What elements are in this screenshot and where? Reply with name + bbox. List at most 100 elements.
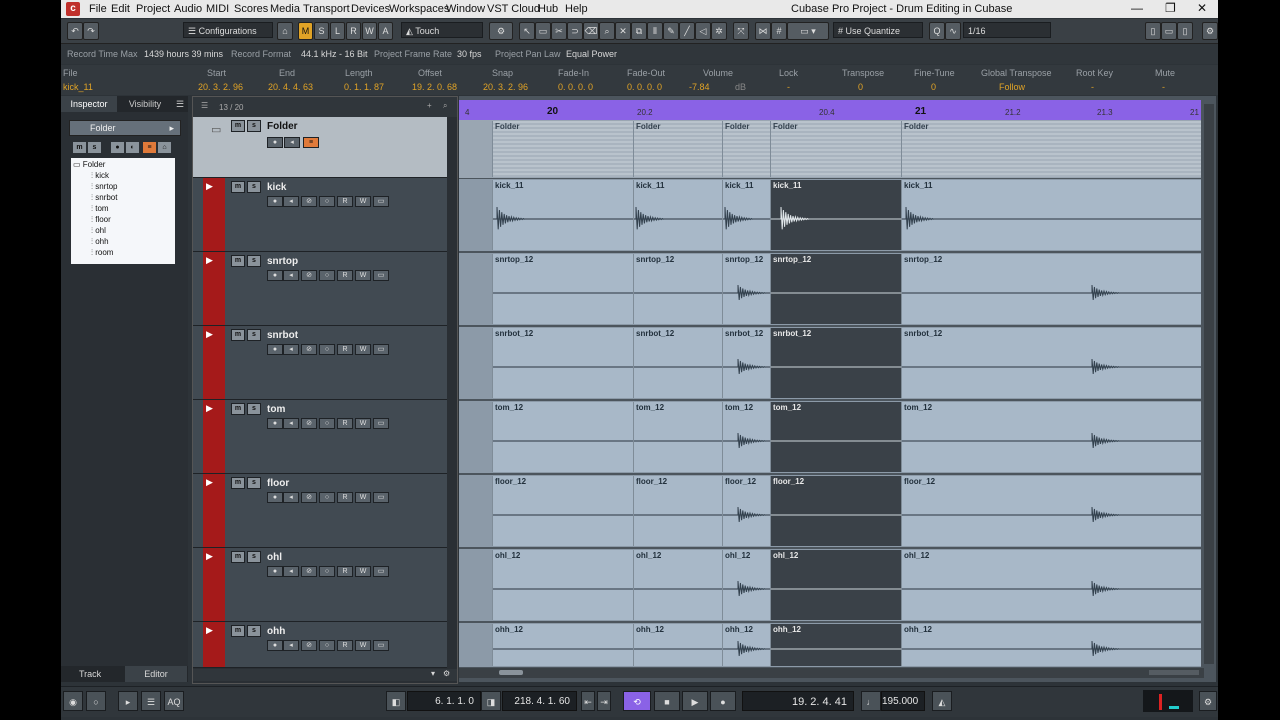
- record-enable-icon[interactable]: ●: [267, 196, 283, 207]
- audio-event[interactable]: floor_12: [901, 476, 1201, 546]
- read-automation-icon[interactable]: ⊘: [301, 640, 317, 651]
- mode-m-button[interactable]: M: [298, 22, 313, 40]
- play-button[interactable]: ▶: [682, 691, 708, 711]
- color-tool-icon[interactable]: ✲: [711, 22, 727, 40]
- record-mode-icon[interactable]: ○: [86, 691, 106, 711]
- write-button[interactable]: W: [355, 418, 371, 429]
- menu-devices[interactable]: Devices: [351, 3, 390, 15]
- list-icon[interactable]: ☰: [141, 691, 161, 711]
- track-name[interactable]: ohl: [267, 552, 282, 563]
- track-settings-icon[interactable]: ▭: [373, 492, 389, 503]
- record-enable-icon[interactable]: ●: [267, 492, 283, 503]
- read-button[interactable]: R: [337, 196, 353, 207]
- play-tool-icon[interactable]: ◁: [695, 22, 711, 40]
- auto-quantize-button[interactable]: AQ: [164, 691, 184, 711]
- inspector-mute-button[interactable]: m: [73, 142, 86, 153]
- lock-icon[interactable]: ⌂: [277, 22, 293, 40]
- iterative-quantize-icon[interactable]: ∿: [945, 22, 961, 40]
- track-name[interactable]: snrtop: [267, 256, 298, 267]
- solo-button[interactable]: s: [247, 181, 261, 193]
- info-offset-value[interactable]: 19. 2. 0. 68: [412, 82, 457, 92]
- grid-type-select[interactable]: ▭ ▾: [787, 22, 829, 40]
- audio-event[interactable]: kick_11: [492, 180, 633, 250]
- expand-icon[interactable]: ▶: [206, 477, 213, 488]
- folder-tree-item[interactable]: ⫶ snrbot: [91, 193, 117, 203]
- right-locator-icon[interactable]: ◨: [481, 691, 501, 711]
- monitor-icon[interactable]: ◂: [283, 640, 299, 651]
- record-enable-icon[interactable]: ●: [267, 137, 283, 148]
- info-file-value[interactable]: kick_11: [63, 82, 93, 92]
- object-selection-tool-icon[interactable]: ↖: [519, 22, 535, 40]
- expand-icon[interactable]: ▶: [206, 625, 213, 636]
- automation-mode-select[interactable]: ◭ Touch: [401, 22, 483, 38]
- folder-part[interactable]: Folder: [722, 121, 770, 177]
- info-volume-value[interactable]: -7.84: [689, 82, 710, 92]
- audio-event[interactable]: ohh_12: [901, 624, 1201, 666]
- mode-a-button[interactable]: A: [378, 22, 393, 40]
- info-lock-value[interactable]: -: [787, 82, 790, 92]
- expand-icon[interactable]: ▶: [206, 329, 213, 340]
- folder-part[interactable]: Folder: [492, 121, 633, 177]
- mute-button[interactable]: m: [231, 255, 245, 267]
- range-tool-icon[interactable]: ▭: [535, 22, 551, 40]
- audio-event[interactable]: snrtop_12: [901, 254, 1201, 324]
- audio-event[interactable]: ohh_12: [722, 624, 770, 666]
- info-start-value[interactable]: 20. 3. 2. 96: [198, 82, 243, 92]
- audio-event[interactable]: kick_11: [770, 180, 901, 250]
- track-settings-icon[interactable]: ▭: [373, 640, 389, 651]
- play-selection-icon[interactable]: ▸: [118, 691, 138, 711]
- track-tom[interactable]: ▶ ms tom ● ◂ ⊘ ○ R W ▭: [193, 400, 447, 474]
- read-automation-icon[interactable]: ⊘: [301, 344, 317, 355]
- info-mute-value[interactable]: -: [1162, 82, 1165, 92]
- search-icon[interactable]: ⌕: [443, 101, 447, 111]
- track-name[interactable]: tom: [267, 404, 285, 415]
- tempo-track-icon[interactable]: ♩: [861, 691, 881, 711]
- mute-button[interactable]: m: [231, 625, 245, 637]
- menu-hub[interactable]: Hub: [538, 3, 558, 15]
- hitpoint-icon[interactable]: ◉: [63, 691, 83, 711]
- audio-event[interactable]: snrtop_12: [722, 254, 770, 324]
- timeline-ruler[interactable]: 4 20 20.2 20.4 21 21.2 21.3 21: [459, 100, 1201, 120]
- audio-event[interactable]: ohl_12: [770, 550, 901, 620]
- menu-workspaces[interactable]: Workspaces: [389, 3, 449, 15]
- info-root-key-value[interactable]: -: [1091, 82, 1094, 92]
- menu-scores[interactable]: Scores: [234, 3, 268, 15]
- track-floor[interactable]: ▶ ms floor ● ◂ ⊘ ○ R W ▭: [193, 474, 447, 548]
- frame-rate-value[interactable]: 30 fps: [457, 49, 482, 59]
- mute-button[interactable]: m: [231, 477, 245, 489]
- audio-event[interactable]: floor_12: [492, 476, 633, 546]
- vertical-scrollbar[interactable]: [1204, 104, 1214, 664]
- record-enable-icon[interactable]: ●: [267, 418, 283, 429]
- menu-transport[interactable]: Transport: [303, 3, 350, 15]
- audio-event[interactable]: snrbot_12: [722, 328, 770, 398]
- restore-icon[interactable]: ❐: [1165, 1, 1176, 15]
- inspector-monitor-icon[interactable]: ◐: [126, 142, 139, 153]
- info-fade-in-value[interactable]: 0. 0. 0. 0: [558, 82, 593, 92]
- tab-visibility[interactable]: Visibility: [119, 96, 171, 112]
- configurations-button[interactable]: ☰ Configurations: [183, 22, 273, 38]
- stop-button[interactable]: ■: [654, 691, 680, 711]
- audio-event[interactable]: ohh_12: [770, 624, 901, 666]
- right-locator-field[interactable]: 218. 4. 1. 60: [502, 691, 577, 711]
- read-button[interactable]: R: [337, 492, 353, 503]
- track-kick[interactable]: ▶ ms kick ● ◂ ⊘ ○ R W ▭: [193, 178, 447, 252]
- inspector-folder-section[interactable]: Folder ▸: [69, 120, 181, 136]
- info-transpose-value[interactable]: 0: [858, 82, 863, 92]
- mute-button[interactable]: m: [231, 329, 245, 341]
- timebase-icon[interactable]: ○: [319, 344, 335, 355]
- tempo-field[interactable]: 195.000: [881, 691, 925, 711]
- menu-vst-cloud[interactable]: VST Cloud: [487, 3, 540, 15]
- position-display[interactable]: 19. 2. 4. 41: [742, 691, 854, 711]
- monitor-icon[interactable]: ◂: [283, 196, 299, 207]
- info-snap-value[interactable]: 20. 3. 2. 96: [483, 82, 528, 92]
- layout-left-icon[interactable]: ▯: [1145, 22, 1161, 40]
- layout-lower-icon[interactable]: ▭: [1161, 22, 1177, 40]
- track-name[interactable]: kick: [267, 182, 286, 193]
- audio-event[interactable]: tom_12: [901, 402, 1201, 472]
- audio-event[interactable]: kick_11: [722, 180, 770, 250]
- quantize-value-select[interactable]: 1/16: [963, 22, 1051, 38]
- add-track-icon[interactable]: +: [427, 101, 432, 110]
- folder-tree-item[interactable]: ⫶ snrtop: [91, 182, 117, 192]
- solo-button[interactable]: s: [247, 477, 261, 489]
- track-name[interactable]: ohh: [267, 626, 285, 637]
